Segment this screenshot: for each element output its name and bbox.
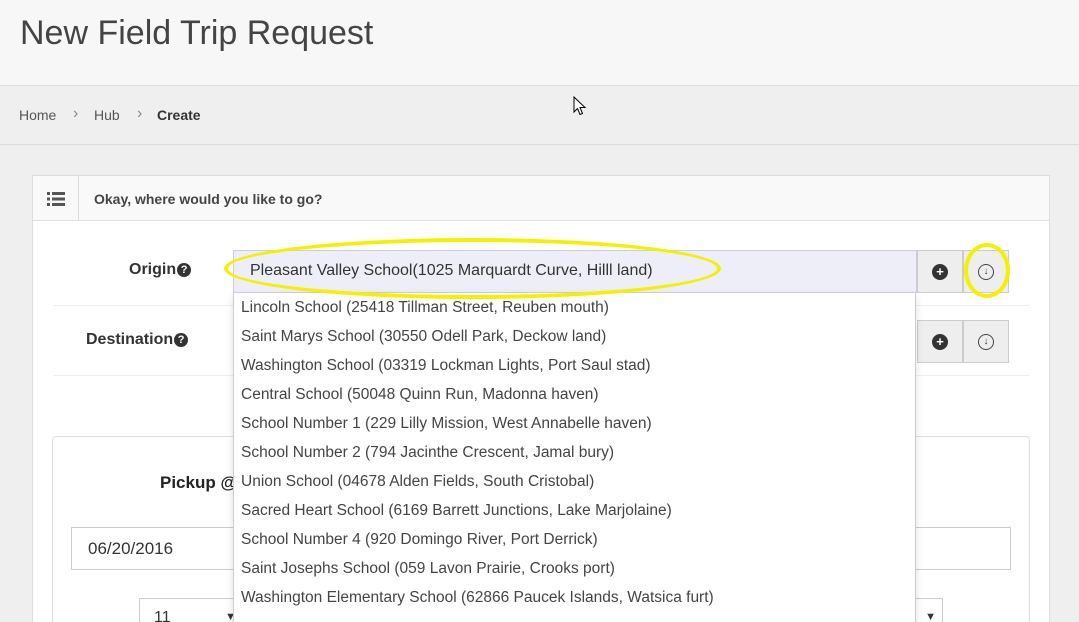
panel-heading: Okay, where would you like to go? <box>33 176 1049 221</box>
origin-input[interactable]: Pleasant Valley School(1025 Marquardt Cu… <box>233 250 917 293</box>
pickup-hour-value: 11 <box>154 609 171 622</box>
dropdown-option[interactable]: Central School (50048 Quinn Run, Madonna… <box>234 380 915 409</box>
dropdown-option[interactable]: Lincoln School (25418 Tillman Street, Re… <box>234 293 915 322</box>
dropdown-option[interactable]: Sacred Heart School (6169 Barrett Juncti… <box>234 496 915 525</box>
help-icon[interactable]: ? <box>177 263 192 277</box>
dropdown-option[interactable]: School Number 4 (920 Domingo River, Port… <box>234 525 915 554</box>
arrow-down-circle-icon: ↓ <box>978 263 994 280</box>
page-header: New Field Trip Request <box>0 0 1079 85</box>
origin-download-button[interactable]: ↓ <box>963 250 1009 293</box>
destination-download-button[interactable]: ↓ <box>963 320 1009 363</box>
destination-add-button[interactable]: + <box>917 320 963 363</box>
breadcrumb-hub[interactable]: Hub <box>94 107 120 123</box>
breadcrumb-create: Create <box>157 107 201 123</box>
chevron-right-icon: › <box>73 105 79 122</box>
arrow-down-circle-icon: ↓ <box>978 333 994 350</box>
origin-dropdown: Lincoln School (25418 Tillman Street, Re… <box>233 292 916 622</box>
plus-circle-icon: + <box>932 263 948 280</box>
origin-add-button[interactable]: + <box>917 250 963 293</box>
destination-label: Destination? <box>86 331 189 349</box>
origin-label: Origin? <box>129 261 192 279</box>
mouse-cursor-icon <box>573 96 587 116</box>
pickup-label: Pickup @ <box>160 473 238 492</box>
dropdown-option[interactable]: School Number 1 (229 Lilly Mission, West… <box>234 409 915 438</box>
dropdown-option[interactable]: Washington Elementary School (62866 Pauc… <box>234 583 915 612</box>
pickup-hour-select[interactable]: 11 ▼ <box>139 598 243 622</box>
plus-circle-icon: + <box>932 333 948 350</box>
chevron-right-icon: › <box>137 105 143 122</box>
breadcrumb: Home › Hub › Create <box>0 85 1079 145</box>
panel-title: Okay, where would you like to go? <box>94 191 323 207</box>
help-icon[interactable]: ? <box>174 333 189 347</box>
page-title: New Field Trip Request <box>20 14 374 52</box>
dropdown-option[interactable]: Saint Marys School (30550 Odell Park, De… <box>234 322 915 351</box>
dropdown-option[interactable]: Saint Josephs School (059 Lavon Prairie,… <box>234 554 915 583</box>
dropdown-option[interactable]: School Number 2 (794 Jacinthe Crescent, … <box>234 438 915 467</box>
list-icon <box>33 176 79 221</box>
caret-down-icon: ▼ <box>925 611 936 622</box>
dropdown-option[interactable]: Washington School (03319 Lockman Lights,… <box>234 351 915 380</box>
dropdown-option[interactable]: Union School (04678 Alden Fields, South … <box>234 467 915 496</box>
breadcrumb-home[interactable]: Home <box>19 107 56 123</box>
